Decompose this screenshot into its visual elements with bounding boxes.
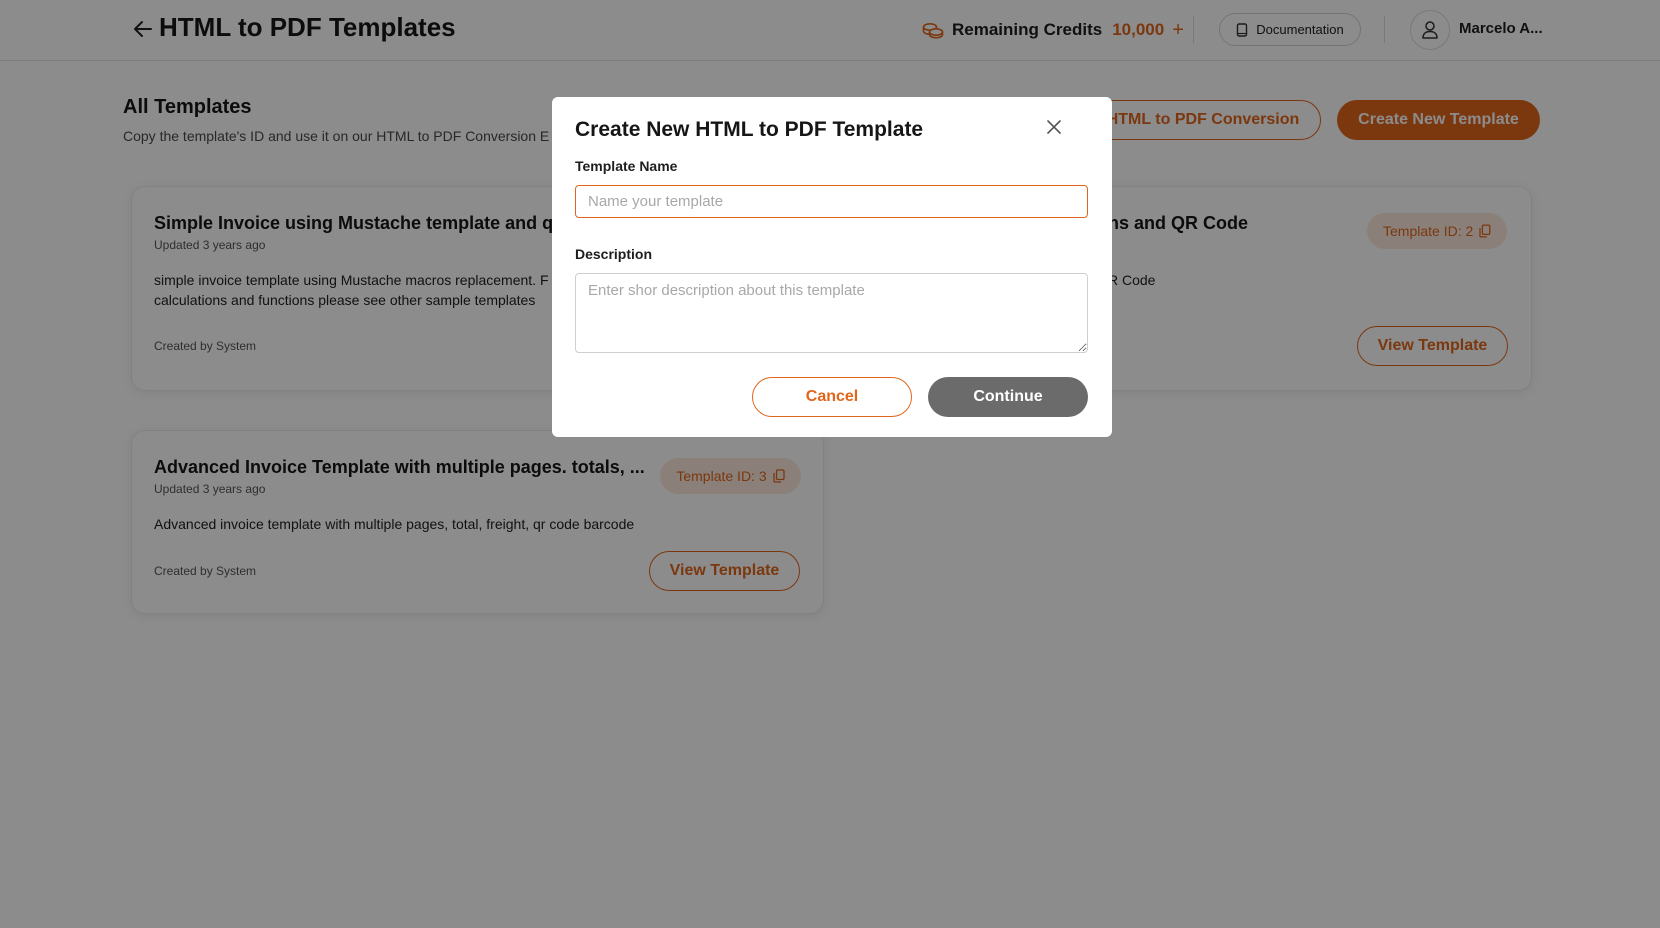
continue-button[interactable]: Continue xyxy=(928,377,1088,417)
template-name-label: Template Name xyxy=(575,158,678,174)
modal-title: Create New HTML to PDF Template xyxy=(575,118,924,141)
cancel-button[interactable]: Cancel xyxy=(752,377,912,417)
description-textarea[interactable] xyxy=(575,273,1088,353)
description-label: Description xyxy=(575,246,653,262)
template-name-input[interactable] xyxy=(575,185,1088,218)
close-icon xyxy=(1047,120,1061,134)
close-button[interactable] xyxy=(1042,115,1066,139)
create-template-modal: Create New HTML to PDF Template Template… xyxy=(552,97,1112,437)
